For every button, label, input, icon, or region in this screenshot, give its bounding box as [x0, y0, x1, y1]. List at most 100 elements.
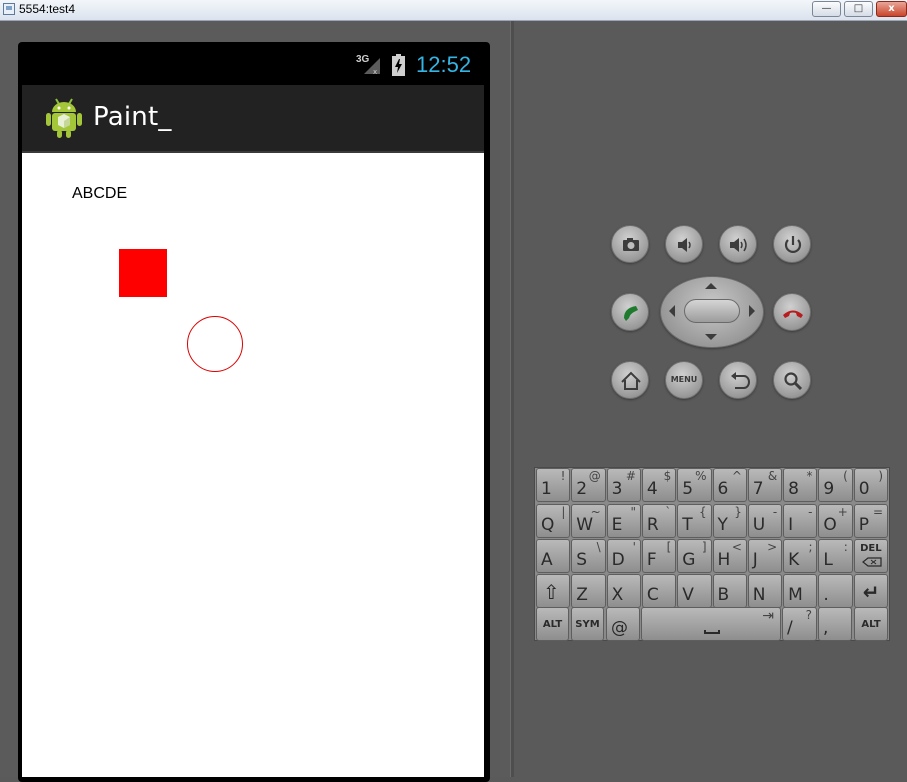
close-button[interactable]: x [876, 1, 907, 17]
call-button[interactable] [611, 293, 649, 331]
dpad-down-icon[interactable] [705, 334, 717, 340]
comma-key[interactable]: , [818, 607, 852, 641]
key-row3-7[interactable]: K; [783, 539, 818, 573]
key-row1-7[interactable]: 8 * [783, 468, 818, 502]
key-label: T [682, 515, 693, 535]
key-row4-1[interactable]: Z [571, 574, 606, 608]
key-row1-3[interactable]: 4 $ [641, 468, 677, 502]
end-call-button[interactable] [773, 293, 811, 331]
key-row4-8[interactable]: . [818, 574, 853, 608]
key-row3-6[interactable]: J > [747, 539, 783, 573]
key-label: C [646, 585, 659, 605]
key-row1-9[interactable]: 0) [853, 468, 889, 502]
key-row1-2[interactable]: 3 # [606, 468, 641, 502]
key-label: 5 [682, 479, 694, 499]
camera-button[interactable] [611, 225, 649, 263]
key-alt-label: ^ [731, 469, 742, 483]
dpad-center-button[interactable] [684, 299, 740, 323]
key-row3-5[interactable]: H < [712, 539, 747, 573]
key-row1-1[interactable]: 2 @ [571, 468, 606, 502]
volume-up-button[interactable] [719, 225, 757, 263]
key-row2-0[interactable]: Q | [536, 504, 571, 538]
search-icon [784, 372, 803, 391]
android-app-icon[interactable] [45, 97, 83, 139]
key-label: D [611, 550, 625, 570]
key-row4-0[interactable]: ⇧ [536, 574, 571, 608]
key-alt-label: ; [808, 540, 813, 554]
key-alt-label: @ [588, 469, 601, 483]
dpad-left-icon[interactable] [669, 305, 675, 317]
menu-button[interactable]: MENU [665, 361, 703, 399]
key-label: ALT [542, 619, 563, 630]
key-row3-2[interactable]: D ' [606, 539, 641, 573]
key-alt-label: - [772, 505, 778, 519]
slash-key[interactable]: /? [782, 607, 817, 641]
paint-canvas[interactable] [22, 153, 484, 777]
key-row3-3[interactable]: F[ [641, 539, 677, 573]
key-alt-label: ( [843, 469, 848, 483]
alt-left-key[interactable]: ALT [536, 607, 569, 641]
key-row4-4[interactable]: V [677, 574, 712, 608]
key-row2-2[interactable]: E " [606, 504, 641, 538]
key-label: 1 [541, 479, 552, 499]
back-button[interactable] [719, 361, 757, 399]
key-row1-6[interactable]: 7 & [747, 468, 783, 502]
home-button[interactable] [611, 361, 649, 399]
key-label: 9 [823, 479, 835, 499]
key-row2-5[interactable]: Y} [712, 504, 747, 538]
volume-up-icon [730, 238, 747, 252]
key-label: B [717, 585, 730, 605]
end-call-icon [783, 310, 803, 318]
at-key[interactable]: @ [606, 607, 640, 641]
key-alt-label: ? [805, 608, 812, 622]
volume-down-button[interactable] [665, 225, 703, 263]
key-alt-label: + [837, 505, 848, 519]
key-label: R [646, 515, 659, 535]
key-row4-2[interactable]: X [606, 574, 641, 608]
maximize-button[interactable]: □ [844, 1, 873, 17]
key-row2-1[interactable]: W ~ [571, 504, 606, 538]
back-icon [731, 372, 750, 389]
key-row4-3[interactable]: C [641, 574, 677, 608]
key-row3-4[interactable]: G] [677, 539, 712, 573]
canvas-text: ABCDE [72, 185, 128, 202]
window-title: 5554:test4 [19, 2, 76, 16]
key-row3-0[interactable]: A [536, 539, 571, 573]
key-row1-4[interactable]: 5% [677, 468, 712, 502]
dpad-up-icon[interactable] [705, 283, 717, 289]
key-alt-label: | [561, 505, 566, 519]
key-row3-8[interactable]: L: [818, 539, 853, 573]
action-bar [22, 85, 484, 153]
key-label: / [787, 618, 793, 638]
power-button[interactable] [773, 225, 811, 263]
key-label: A [541, 550, 553, 570]
key-row2-3[interactable]: R ` [641, 504, 677, 538]
key-label: M [788, 585, 803, 605]
key-label: . [823, 585, 829, 605]
key-row4-6[interactable]: N [747, 574, 783, 608]
space-key[interactable]: ⇥ [641, 607, 781, 641]
dpad-right-icon[interactable] [749, 305, 755, 317]
key-alt-label: < [731, 540, 742, 554]
key-row3-1[interactable]: S \ [571, 539, 606, 573]
key-row1-8[interactable]: 9( [818, 468, 853, 502]
key-row2-4[interactable]: T{ [677, 504, 712, 538]
key-row1-0[interactable]: 1! [536, 468, 571, 502]
key-row1-5[interactable]: 6 ^ [712, 468, 747, 502]
battery-charging-icon [392, 54, 405, 76]
alt-right-key[interactable]: ALT [854, 607, 888, 641]
key-row2-6[interactable]: U- [747, 504, 783, 538]
key-row3-9[interactable]: DEL [853, 539, 889, 573]
minimize-button[interactable]: — [812, 1, 841, 17]
key-row4-5[interactable]: B [712, 574, 747, 608]
sym-key[interactable]: SYM [571, 607, 604, 641]
signal-3g-icon: 3G x [356, 54, 382, 76]
key-alt-label: = [873, 505, 884, 519]
key-row4-7[interactable]: M [783, 574, 818, 608]
search-button[interactable] [773, 361, 811, 399]
key-row4-9[interactable]: ↵ [853, 574, 889, 608]
camera-icon [623, 238, 639, 251]
key-row2-9[interactable]: P = [853, 504, 889, 538]
key-row2-8[interactable]: O + [818, 504, 853, 538]
key-row2-7[interactable]: I- [783, 504, 818, 538]
